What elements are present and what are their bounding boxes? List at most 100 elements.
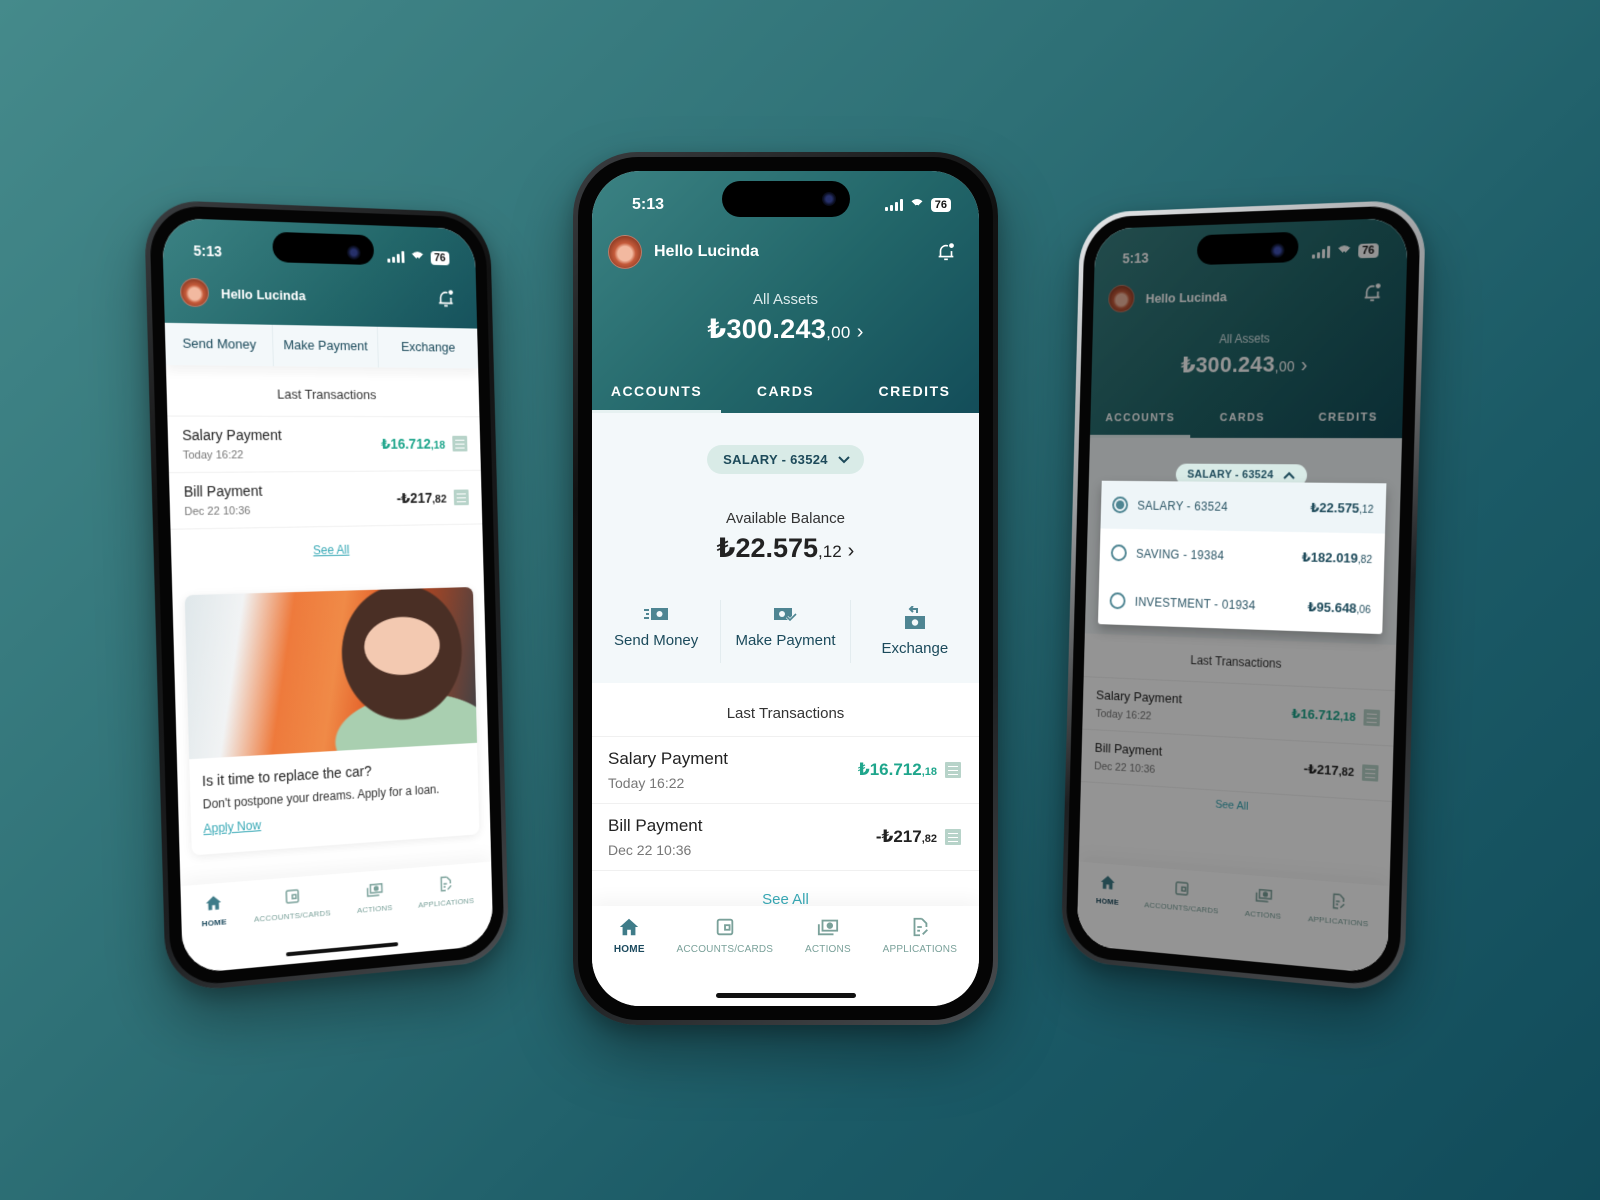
tab-accounts[interactable]: ACCOUNTS xyxy=(1090,402,1191,438)
camera-icon xyxy=(821,192,836,206)
chevron-up-icon xyxy=(1283,471,1295,479)
apply-now-link[interactable]: Apply Now xyxy=(203,818,261,836)
transaction-name: Bill Payment xyxy=(608,816,703,835)
avatar[interactable] xyxy=(179,277,210,308)
account-tabs: ACCOUNTS CARDS CREDITS xyxy=(1090,401,1403,438)
account-tabs: ACCOUNTS CARDS CREDITS xyxy=(592,373,979,413)
wifi-icon xyxy=(1336,245,1352,258)
transaction-name: Bill Payment xyxy=(1094,739,1163,759)
promo-card[interactable]: Is it time to replace the car? Don't pos… xyxy=(184,586,480,856)
all-assets-label: All Assets xyxy=(1218,331,1270,347)
phone-bezel: 5:13 76 Hello Lucinda Send Money Make Pa… xyxy=(149,204,505,988)
transaction-date: Today 16:22 xyxy=(182,449,244,462)
transaction-name: Bill Payment xyxy=(183,482,263,500)
transaction-date: Today 16:22 xyxy=(608,775,685,791)
nav-home[interactable]: HOME xyxy=(614,916,645,955)
available-balance-label: Available Balance xyxy=(726,510,845,527)
notification-bell-icon[interactable] xyxy=(435,288,456,310)
phone-screen: 5:13 76 Hello Lucinda Send Money Make Pa… xyxy=(161,217,494,975)
phone-bezel: 5:13 76 Hello Lucinda All Assets ₺300.24… xyxy=(578,157,993,1020)
dynamic-island xyxy=(271,231,374,266)
account-section: SALARY - 63524 SALARY - 63524 ₺22.575,12… xyxy=(1084,437,1403,645)
tab-cards[interactable]: CARDS xyxy=(1190,402,1295,438)
nav-accounts-cards[interactable]: ACCOUNTS/CARDS xyxy=(1144,877,1219,915)
transaction-row[interactable]: Salary Payment Today 16:22 ₺16.712,18 xyxy=(592,737,979,804)
receipt-icon[interactable] xyxy=(452,435,468,452)
nav-home[interactable]: HOME xyxy=(201,893,227,928)
account-selector[interactable]: SALARY - 63524 xyxy=(707,445,864,474)
transaction-row[interactable]: Bill Payment Dec 22 10:36 -₺217,82 xyxy=(168,470,483,530)
nav-actions[interactable]: ACTIONS xyxy=(805,916,851,955)
quick-action-make-payment[interactable]: Make Payment xyxy=(272,324,378,368)
all-assets[interactable]: All Assets ₺300.243,00 › xyxy=(1092,306,1406,379)
receipt-icon[interactable] xyxy=(1363,708,1381,726)
wifi-icon xyxy=(909,199,925,211)
transaction-amount: -₺217,82 xyxy=(875,827,937,846)
bottom-nav: HOME ACCOUNTS/CARDS ACTIONS APPLICATIONS xyxy=(180,861,494,975)
dropdown-option[interactable]: SALARY - 63524 ₺22.575,12 xyxy=(1100,480,1387,534)
signal-icon xyxy=(884,199,903,211)
make-payment-button[interactable]: Make Payment xyxy=(720,600,849,663)
nav-actions[interactable]: ACTIONS xyxy=(1245,885,1282,921)
chevron-right-icon: › xyxy=(847,540,855,562)
receipt-icon[interactable] xyxy=(1361,763,1379,782)
phone-screen: 5:13 76 Hello Lucinda All Assets ₺300.24… xyxy=(1076,217,1409,975)
transaction-amount: ₺16.712,18 xyxy=(857,760,937,779)
avatar[interactable] xyxy=(608,235,642,269)
available-balance-amount[interactable]: ₺22.575,12 › xyxy=(592,533,979,564)
nav-actions[interactable]: ACTIONS xyxy=(356,879,393,915)
receipt-icon[interactable] xyxy=(945,829,961,845)
transaction-amount: ₺16.712,18 xyxy=(1291,705,1356,724)
account-section: SALARY - 63524 Available Balance ₺22.575… xyxy=(592,413,979,683)
battery-icon: 76 xyxy=(930,198,951,212)
quick-action-send-money[interactable]: Send Money xyxy=(165,323,273,366)
quick-action-exchange[interactable]: Exchange xyxy=(376,326,479,369)
all-assets-label: All Assets xyxy=(752,291,819,308)
transaction-date: Dec 22 10:36 xyxy=(1094,760,1156,776)
nav-applications[interactable]: APPLICATIONS xyxy=(883,916,957,955)
exchange-button[interactable]: Exchange xyxy=(849,600,979,663)
receipt-icon[interactable] xyxy=(453,489,469,506)
dropdown-option[interactable]: INVESTMENT - 01934 ₺95.648,06 xyxy=(1098,576,1384,634)
nav-home[interactable]: HOME xyxy=(1096,873,1120,907)
transaction-name: Salary Payment xyxy=(182,426,282,444)
see-all-link[interactable]: See All xyxy=(171,524,484,581)
document-edit-icon xyxy=(1329,892,1348,912)
document-edit-icon xyxy=(437,874,454,893)
dropdown-option[interactable]: SAVING - 19384 ₺182.019,82 xyxy=(1099,529,1385,584)
nav-accounts-cards[interactable]: ACCOUNTS/CARDS xyxy=(676,916,773,955)
tab-credits[interactable]: CREDITS xyxy=(1294,401,1403,438)
notification-bell-icon[interactable] xyxy=(935,241,957,263)
notification-bell-icon[interactable] xyxy=(1361,281,1384,304)
radio-selected-icon[interactable] xyxy=(1112,496,1129,514)
radio-unselected-icon[interactable] xyxy=(1109,592,1126,610)
tab-accounts[interactable]: ACCOUNTS xyxy=(592,373,721,413)
avatar[interactable] xyxy=(1108,284,1135,313)
greeting: Hello Lucinda xyxy=(1145,288,1228,306)
nav-applications[interactable]: APPLICATIONS xyxy=(1308,890,1369,928)
nav-applications[interactable]: APPLICATIONS xyxy=(417,873,474,910)
signal-icon xyxy=(387,251,405,264)
transaction-row[interactable]: Salary Payment Today 16:22 ₺16.712,18 xyxy=(167,416,481,474)
home-indicator xyxy=(715,993,856,998)
promo-image xyxy=(184,586,478,760)
status-time: 5:13 xyxy=(632,196,665,213)
transactions-title: Last Transactions xyxy=(592,683,979,737)
dynamic-island xyxy=(721,181,850,217)
status-time: 5:13 xyxy=(1122,249,1149,267)
transaction-row[interactable]: Bill Payment Dec 22 10:36 -₺217,82 xyxy=(592,804,979,871)
tab-credits[interactable]: CREDITS xyxy=(850,373,979,413)
send-money-button[interactable]: Send Money xyxy=(592,600,720,663)
transactions-title: Last Transactions xyxy=(165,365,480,418)
radio-unselected-icon[interactable] xyxy=(1110,544,1127,562)
home-indicator xyxy=(285,942,398,957)
phone-right-mockup: 5:13 76 Hello Lucinda All Assets ₺300.24… xyxy=(1060,199,1427,994)
action-buttons: Send Money Make Payment Exchange xyxy=(592,600,979,683)
tab-cards[interactable]: CARDS xyxy=(721,373,850,413)
all-assets[interactable]: All Assets ₺300.243,00 › xyxy=(592,269,979,345)
receipt-icon[interactable] xyxy=(945,762,961,778)
wallet-icon xyxy=(1173,879,1191,898)
nav-accounts-cards[interactable]: ACCOUNTS/CARDS xyxy=(253,884,331,924)
home-icon xyxy=(620,918,639,936)
status-time: 5:13 xyxy=(193,242,223,260)
